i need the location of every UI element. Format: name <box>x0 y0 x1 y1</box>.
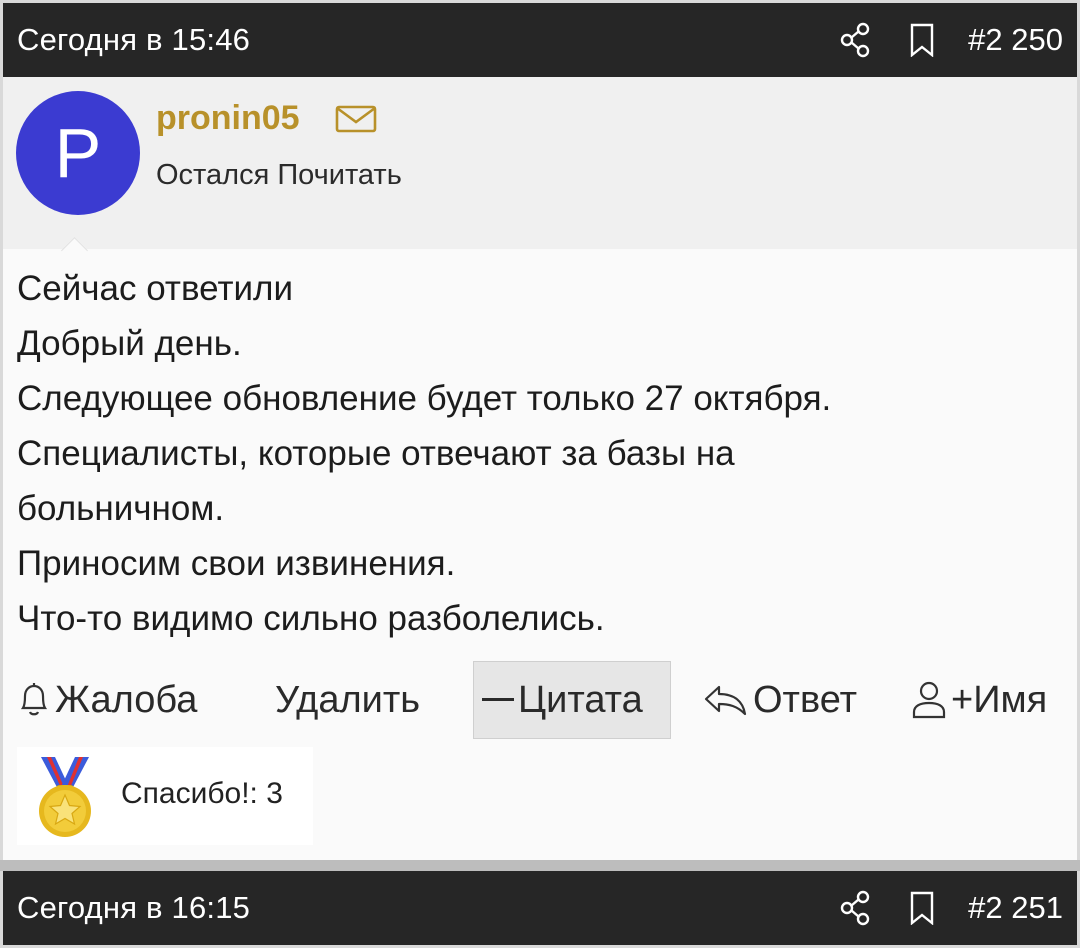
post-time: Сегодня в 15:46 <box>17 22 251 57</box>
report-label: Жалоба <box>55 678 198 721</box>
message-text: Сейчас ответили Добрый день. Следующее о… <box>17 261 1067 646</box>
reply-button[interactable]: Ответ <box>703 661 857 739</box>
message-line: Следующее обновление будет только 27 окт… <box>17 379 832 418</box>
avatar[interactable]: P <box>16 91 140 215</box>
message-line: больничном. <box>17 489 225 528</box>
post-divider <box>0 860 1080 871</box>
message-line: Приносим свои извинения. <box>17 544 456 583</box>
reply-label: Ответ <box>753 678 857 721</box>
mention-button[interactable]: +Имя <box>911 661 1047 739</box>
post-time: Сегодня в 16:15 <box>17 890 251 925</box>
share-icon[interactable] <box>836 20 876 60</box>
bookmark-icon[interactable] <box>902 20 942 60</box>
post-number[interactable]: #2 250 <box>968 22 1063 58</box>
bell-icon <box>17 680 51 720</box>
author-bar: P pronin05 Остался Почитать <box>3 77 1077 264</box>
delete-button[interactable]: Удалить <box>275 661 420 739</box>
report-button[interactable]: Жалоба <box>17 661 197 739</box>
post-number[interactable]: #2 251 <box>968 890 1063 926</box>
message-line: Что-то видимо сильно разболелись. <box>17 599 605 638</box>
reaction-summary[interactable]: Спасибо!: 3 <box>17 747 313 845</box>
reply-arrow-icon <box>703 682 749 718</box>
minus-icon <box>482 697 514 703</box>
reaction-label: Спасибо!: 3 <box>121 777 283 810</box>
user-title: Остался Почитать <box>156 159 402 191</box>
post-body: P pronin05 Остался Почитать Сейчас ответ… <box>3 77 1077 860</box>
message-line: Добрый день. <box>17 324 242 363</box>
post-header: Сегодня в 15:46 #2 250 <box>3 3 1077 77</box>
mention-label: +Имя <box>951 678 1048 721</box>
quote-label: Цитата <box>518 678 643 721</box>
quote-button[interactable]: Цитата <box>473 661 671 739</box>
post-header: Сегодня в 16:15 #2 251 <box>3 871 1077 945</box>
message-line: Сейчас ответили <box>17 269 294 308</box>
user-icon <box>911 680 947 720</box>
mail-icon[interactable] <box>335 105 377 138</box>
message-line: Специалисты, которые отвечают за базы на <box>17 434 735 473</box>
delete-label: Удалить <box>275 678 421 721</box>
username-link[interactable]: pronin05 <box>156 99 300 138</box>
medal-icon <box>33 755 97 844</box>
share-icon[interactable] <box>836 888 876 928</box>
bookmark-icon[interactable] <box>902 888 942 928</box>
author-pointer <box>61 237 88 264</box>
post-actions: Жалоба Удалить Цитата Ответ +Имя <box>3 661 1077 739</box>
